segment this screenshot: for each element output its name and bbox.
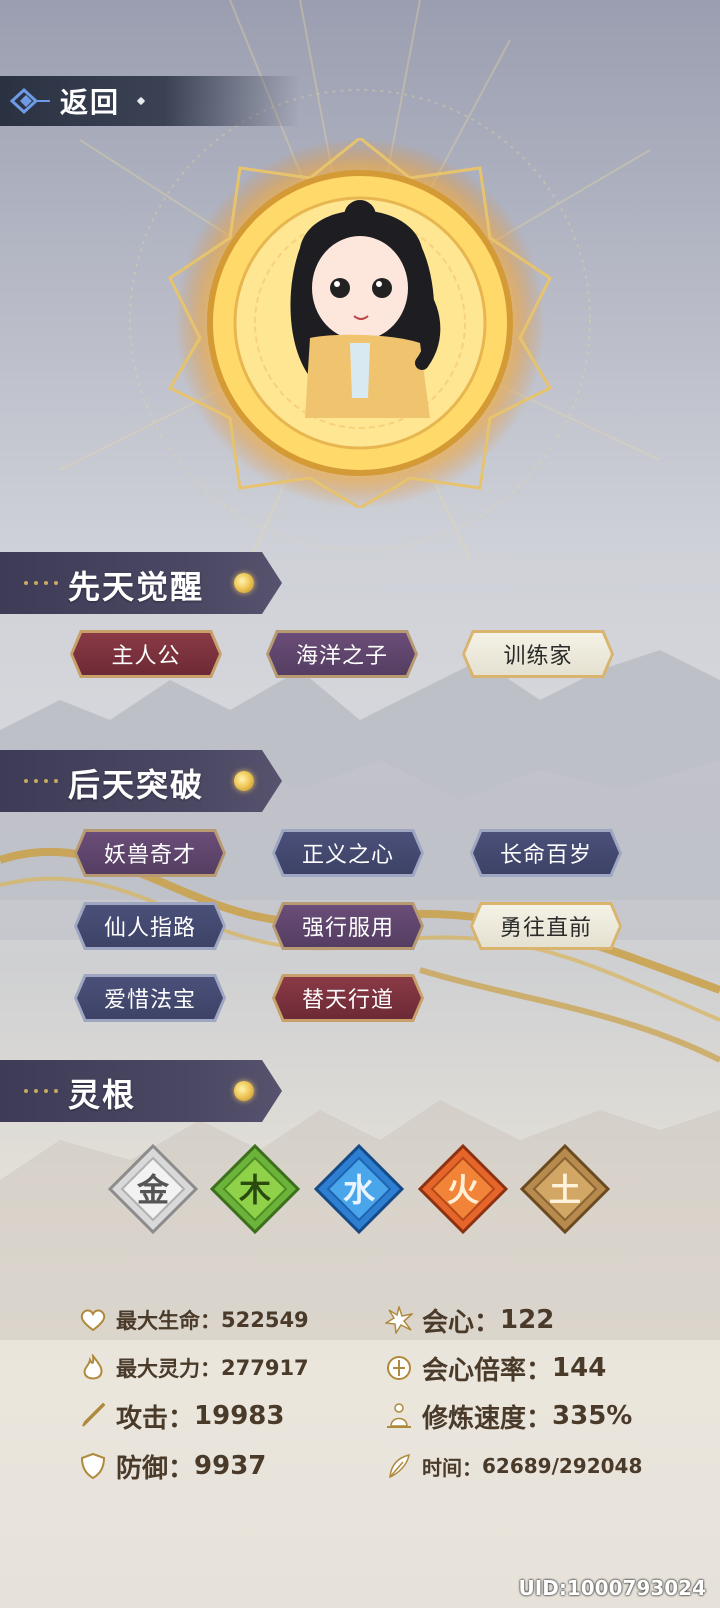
section-title: 灵根	[68, 1076, 137, 1114]
element-metal-icon[interactable]: 金	[108, 1144, 198, 1234]
uid-label: UID:1000793024	[518, 1576, 706, 1600]
section-header-innate: 先天觉醒	[0, 552, 282, 614]
svg-text:木: 木	[238, 1171, 271, 1209]
section-header-roots: 灵根	[0, 1060, 282, 1122]
back-arrow-icon	[0, 76, 60, 126]
topbar-ornament	[136, 96, 146, 106]
tag-acquired-5[interactable]: 强行服用	[272, 902, 424, 950]
character-avatar[interactable]	[160, 136, 560, 510]
feather-icon	[384, 1451, 414, 1481]
element-water-icon[interactable]: 水	[314, 1144, 404, 1234]
svg-text:金: 金	[136, 1171, 170, 1209]
tag-innate-3[interactable]: 训练家	[462, 630, 614, 678]
gold-orb-icon	[234, 771, 254, 791]
crit-rate-icon	[384, 1353, 414, 1383]
tag-acquired-6[interactable]: 勇往直前	[470, 902, 622, 950]
tag-acquired-3[interactable]: 长命百岁	[470, 829, 622, 877]
stat-crit-rate: 会心倍率： 144	[384, 1348, 606, 1388]
flame-icon	[78, 1353, 108, 1383]
gold-orb-icon	[234, 1081, 254, 1101]
stat-cultivation: 修炼速度： 335%	[384, 1396, 632, 1436]
stat-max-mp: 最大灵力： 277917	[78, 1348, 309, 1388]
element-wood-icon[interactable]: 木	[210, 1144, 300, 1234]
ornament-dots	[24, 1089, 58, 1093]
back-button[interactable]: 返回	[0, 76, 300, 126]
element-earth-icon[interactable]: 土	[520, 1144, 610, 1234]
gold-orb-icon	[234, 573, 254, 593]
tag-acquired-1[interactable]: 妖兽奇才	[74, 829, 226, 877]
ornament-dots	[24, 779, 58, 783]
shield-icon	[78, 1451, 108, 1481]
stat-max-hp: 最大生命： 522549	[78, 1300, 309, 1340]
svg-text:水: 水	[343, 1171, 376, 1209]
stat-crit: 会心： 122	[384, 1300, 554, 1340]
meditation-icon	[384, 1401, 414, 1431]
ornament-dots	[24, 581, 58, 585]
element-fire-icon[interactable]: 火	[418, 1144, 508, 1234]
stat-defense: 防御： 9937	[78, 1446, 266, 1486]
svg-text:土: 土	[549, 1171, 581, 1209]
burst-icon	[384, 1305, 414, 1335]
tag-innate-2[interactable]: 海洋之子	[266, 630, 418, 678]
section-header-acquired: 后天突破	[0, 750, 282, 812]
back-label: 返回	[60, 86, 121, 119]
sword-icon	[78, 1401, 108, 1431]
stat-time: 时间： 62689/292048	[384, 1446, 642, 1486]
tag-acquired-4[interactable]: 仙人指路	[74, 902, 226, 950]
tag-innate-1[interactable]: 主人公	[70, 630, 222, 678]
section-title: 先天觉醒	[68, 568, 205, 606]
svg-text:火: 火	[447, 1171, 479, 1209]
tag-acquired-7[interactable]: 爱惜法宝	[74, 974, 226, 1022]
stat-attack: 攻击： 19983	[78, 1396, 284, 1436]
tag-acquired-2[interactable]: 正义之心	[272, 829, 424, 877]
section-title: 后天突破	[68, 766, 205, 804]
tag-acquired-8[interactable]: 替天行道	[272, 974, 424, 1022]
heart-icon	[78, 1305, 108, 1335]
